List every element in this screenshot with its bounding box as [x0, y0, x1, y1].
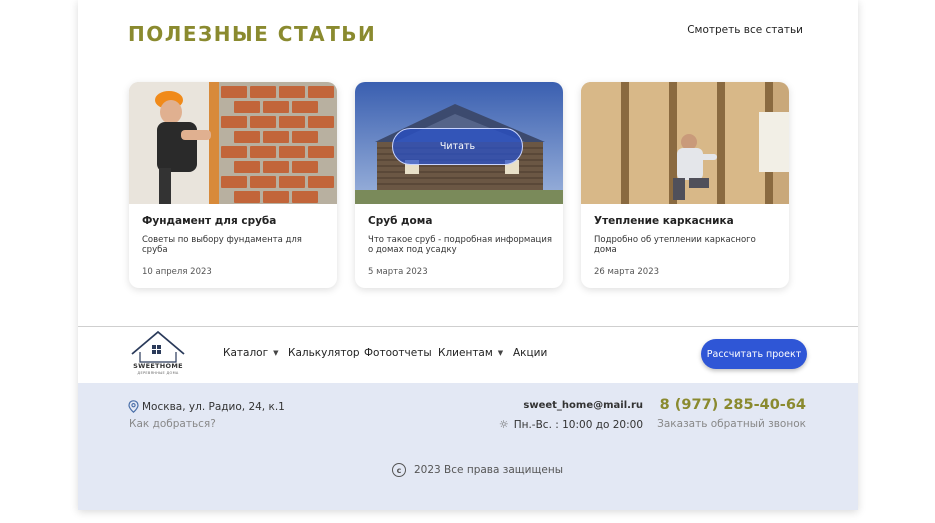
nav-item-photo-reports[interactable]: Фотоотчеты	[364, 347, 432, 359]
location-pin-icon	[128, 400, 139, 413]
article-date: 26 марта 2023	[594, 267, 660, 277]
nav-item-calculator[interactable]: Калькулятор	[288, 347, 360, 359]
read-button[interactable]: Читать	[392, 128, 523, 165]
address-text: Москва, ул. Радио, 24, к.1	[142, 401, 285, 413]
article-title: Сруб дома	[368, 215, 433, 227]
nav-item-catalog[interactable]: Каталог ▼	[223, 347, 278, 359]
article-description: Советы по выбору фундамента для сруба	[142, 235, 302, 255]
calculate-project-button[interactable]: Рассчитать проект	[701, 339, 807, 369]
copyright-text: 2023 Все права защищены	[414, 464, 563, 476]
chevron-down-icon: ▼	[497, 349, 504, 357]
article-card[interactable]: Фундамент для сруба Советы по выбору фун…	[129, 82, 337, 288]
directions-link[interactable]: Как добраться?	[129, 418, 216, 430]
article-title: Фундамент для сруба	[142, 215, 277, 227]
divider	[78, 326, 858, 327]
section-title: ПОЛЕЗНЫЕ СТАТЬИ	[128, 22, 377, 46]
hours-text: Пн.-Вс. : 10:00 до 20:00	[513, 418, 643, 431]
copyright: c 2023 Все права защищены	[392, 463, 563, 477]
sun-icon: ☼	[498, 418, 509, 431]
article-date: 5 марта 2023	[368, 267, 428, 277]
article-card[interactable]: Читать Сруб дома Что такое сруб - подроб…	[355, 82, 563, 288]
footer: Москва, ул. Радио, 24, к.1 Как добраться…	[78, 383, 858, 510]
article-description: Подробно об утеплении каркасного дома	[594, 235, 756, 255]
nav-item-label: Акции	[513, 347, 548, 359]
article-image	[129, 82, 337, 204]
article-card[interactable]: Утепление каркасника Подробно об утеплен…	[581, 82, 789, 288]
article-title: Утепление каркасника	[594, 215, 734, 227]
callback-link[interactable]: Заказать обратный звонок	[657, 418, 806, 430]
nav-item-promotions[interactable]: Акции	[513, 347, 547, 359]
email-link[interactable]: sweet_home@mail.ru	[523, 400, 643, 411]
article-image: Читать	[355, 82, 563, 204]
copyright-icon: c	[392, 463, 406, 477]
logo-text: SWEETHOME	[133, 362, 183, 370]
all-articles-link[interactable]: Смотреть все статьи	[687, 24, 803, 36]
working-hours: ☼ Пн.-Вс. : 10:00 до 20:00	[499, 418, 643, 431]
nav-item-clients[interactable]: Клиентам ▼	[438, 347, 503, 359]
phone-link[interactable]: 8 (977) 285-40-64	[660, 397, 806, 413]
nav-item-label: Клиентам	[438, 347, 493, 359]
logo-subtext: ДЕРЕВЯННЫЕ ДОМА	[137, 371, 179, 375]
article-date: 10 апреля 2023	[142, 267, 212, 277]
chevron-down-icon: ▼	[273, 349, 279, 357]
nav-item-label: Каталог	[223, 347, 269, 359]
nav-item-label: Фотоотчеты	[364, 347, 432, 359]
article-image	[581, 82, 789, 204]
article-description: Что такое сруб - подробная информация о …	[368, 235, 552, 255]
nav-item-label: Калькулятор	[288, 347, 360, 359]
page: ПОЛЕЗНЫЕ СТАТЬИ Смотреть все статьи Фунд…	[78, 0, 858, 510]
